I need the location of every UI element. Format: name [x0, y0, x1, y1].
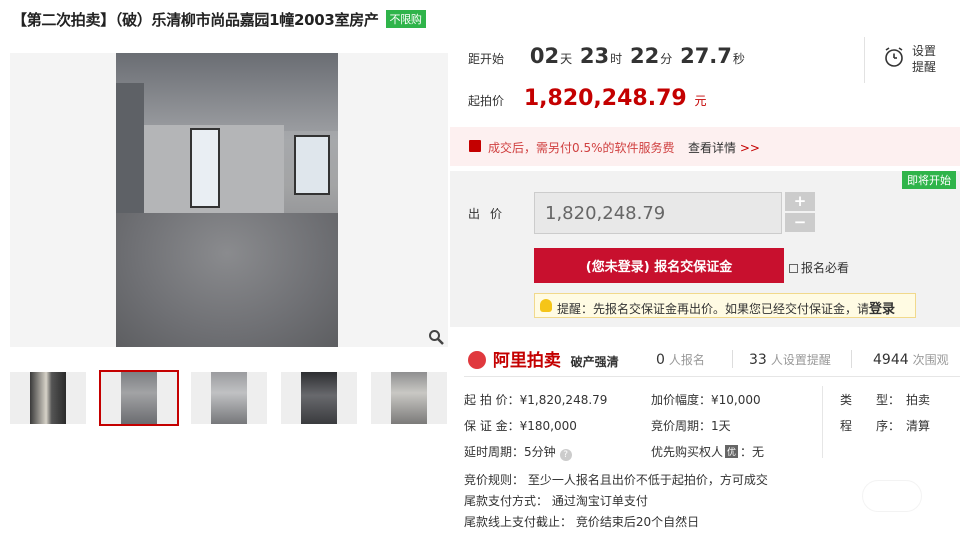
title-text: 【第二次拍卖】（破）乐清柳市尚品嘉园1幢2003室房产: [12, 11, 379, 29]
bid-amount-input[interactable]: [534, 192, 782, 234]
reminder-count-value: 33: [749, 352, 767, 368]
thumbnail-3[interactable]: [191, 372, 267, 424]
section-divider: [464, 376, 960, 377]
countdown-seconds: 27.7: [680, 44, 732, 68]
bid-label: 出价: [468, 207, 513, 221]
seconds-unit: 秒: [732, 52, 745, 66]
must-read-link[interactable]: 报名必看: [789, 259, 849, 276]
detail-increment: 加价幅度：¥10,000: [651, 393, 761, 407]
set-reminder-line1: 设置: [912, 44, 937, 58]
view-count: 4944 次围观: [873, 351, 949, 368]
decrease-bid-button[interactable]: −: [785, 213, 815, 232]
gift-icon: [469, 140, 481, 152]
countdown-minutes: 22: [630, 44, 660, 68]
book-icon: [789, 264, 798, 273]
signup-count-label: 人报名: [668, 353, 705, 367]
set-reminder-button[interactable]: 设置 提醒: [912, 43, 942, 75]
countdown-days: 02: [529, 44, 560, 68]
priority-badge: 优: [725, 445, 739, 458]
detail-deposit: 保 证 金：¥180,000: [464, 419, 577, 433]
must-read-text: 报名必看: [801, 261, 850, 275]
set-reminder-line2: 提醒: [912, 60, 937, 74]
detail-start-price: 起 拍 价：¥1,820,248.79: [464, 393, 608, 407]
detail-cycle: 竞价周期：1天: [651, 419, 731, 433]
brand-name: 阿里拍卖: [492, 351, 561, 371]
detail-type: 类 型： 拍卖: [840, 393, 931, 407]
countdown-label: 距开始: [468, 52, 505, 66]
signup-count-value: 0: [656, 352, 665, 368]
detail-delay: 延时周期：5分钟?: [464, 443, 572, 461]
stats-divider: [732, 350, 733, 368]
divider: [864, 37, 865, 83]
zoom-icon[interactable]: [428, 329, 444, 345]
stats-divider: [851, 350, 852, 368]
view-details-arrow: >>: [739, 141, 760, 155]
thumbnail-2-selected[interactable]: [99, 370, 179, 426]
room-photo: [116, 53, 338, 347]
view-count-label: 次围观: [912, 353, 949, 367]
rule-payment: 尾款支付方式： 通过淘宝订单支付: [464, 494, 648, 508]
rule-deadline: 尾款线上支付截止： 竞价结束后20个自然日: [464, 515, 700, 529]
view-details-text: 查看详情: [688, 141, 737, 155]
brand-sub: 破产强清: [570, 355, 619, 369]
countdown: 距开始 02天 23时 22分 27.7秒: [468, 44, 749, 68]
thumbnail-1[interactable]: [10, 372, 86, 424]
days-unit: 天: [560, 52, 573, 66]
detail-procedure: 程 序： 清算: [840, 419, 931, 433]
countdown-hours: 23: [579, 44, 610, 68]
alibaba-logo: [468, 351, 486, 369]
alarm-clock-icon[interactable]: [883, 46, 905, 68]
start-price-value: 1,820,248.79: [523, 86, 687, 111]
start-price-unit: 元: [694, 94, 707, 108]
details-divider: [822, 386, 823, 458]
priority-label: 优先购买权人: [651, 445, 724, 459]
signup-count: 0 人报名: [656, 351, 705, 368]
hours-unit: 时: [610, 52, 623, 66]
no-restriction-badge: 不限购: [385, 10, 426, 28]
help-icon[interactable]: ?: [559, 449, 572, 461]
service-fee-notice: 成交后，需另付0.5%的软件服务费 查看详情 >>: [450, 127, 960, 166]
priority-value: ：无: [740, 445, 765, 459]
thumbnail-5[interactable]: [371, 372, 447, 424]
view-details-link[interactable]: 查看详情 >>: [688, 139, 760, 156]
minutes-unit: 分: [660, 52, 673, 66]
rule-bidding: 竞价规则： 至少一人报名且出价不低于起拍价，方可成交: [464, 473, 768, 487]
start-price: 起拍价 1,820,248.79 元: [468, 86, 707, 111]
thumbnail-strip: [10, 370, 450, 426]
login-tip: 提醒：先报名交保证金再出价。如果您已经交付保证金，请登录: [534, 293, 916, 318]
service-fee-text: 成交后，需另付0.5%的软件服务费: [488, 141, 675, 155]
watermark-logo: [862, 480, 922, 512]
bulb-icon: [540, 299, 552, 312]
signup-deposit-button[interactable]: (您未登录) 报名交保证金: [534, 248, 784, 283]
thumbnail-4[interactable]: [281, 372, 357, 424]
brand: 阿里拍卖 破产强清: [468, 346, 619, 371]
start-price-label: 起拍价: [468, 94, 505, 108]
detail-priority: 优先购买权人优：无: [651, 443, 764, 460]
detail-delay-text: 延时周期：5分钟: [464, 445, 556, 459]
reminder-count-label: 人设置提醒: [770, 353, 831, 367]
main-photo[interactable]: [10, 53, 448, 347]
tip-text: 提醒：先报名交保证金再出价。如果您已经交付保证金，请: [557, 302, 870, 316]
reminder-count: 33 人设置提醒: [749, 351, 831, 368]
status-badge: 即将开始: [902, 171, 956, 189]
view-count-value: 4944: [873, 352, 909, 368]
increase-bid-button[interactable]: +: [785, 192, 815, 211]
page-title: 【第二次拍卖】（破）乐清柳市尚品嘉园1幢2003室房产 不限购: [12, 9, 426, 30]
tip-login-link[interactable]: 登录: [869, 302, 895, 317]
bid-panel: 即将开始 出价 + − (您未登录) 报名交保证金 报名必看 提醒：先报名交保证…: [450, 171, 960, 327]
